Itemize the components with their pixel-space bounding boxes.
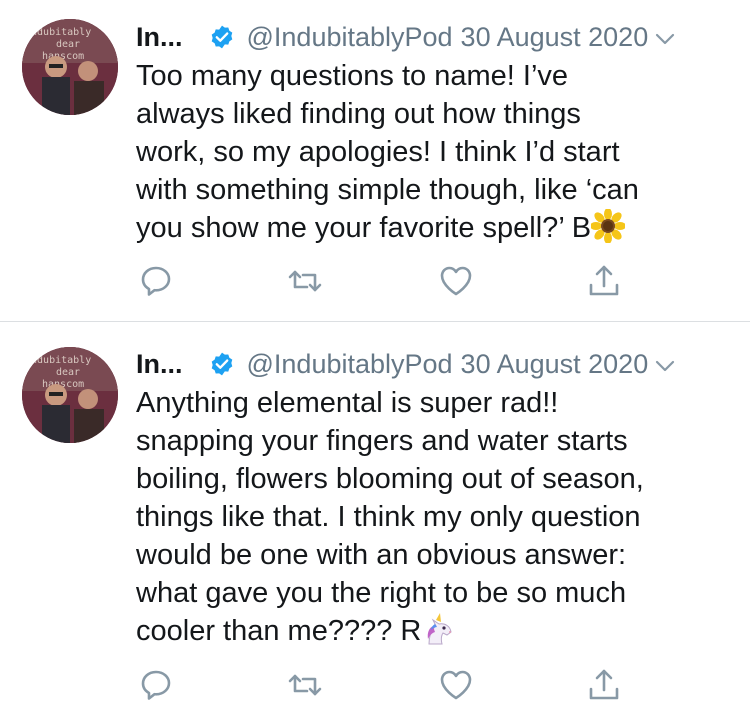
tweet-text: Anything elemental is super rad!! snappi… [136, 384, 726, 650]
tweet-divider [0, 321, 750, 322]
verified-badge-icon [209, 351, 235, 377]
chevron-down-icon[interactable] [654, 353, 676, 375]
sunflower-emoji [590, 208, 627, 244]
display-name[interactable]: In... [136, 349, 183, 380]
like-icon [438, 263, 474, 304]
tweet-text-line: always liked finding out how things [136, 98, 581, 130]
share-icon [586, 263, 622, 304]
like-button[interactable] [436, 263, 476, 303]
tweet[interactable]: indubitably dear hanscom In... @Indubita… [0, 0, 750, 322]
retweet-button[interactable] [285, 263, 325, 303]
retweet-icon [286, 262, 324, 305]
tweet-header: In... @IndubitablyPod 30 August 2020 [136, 347, 676, 381]
tweet-text-line: would be one with an obvious answer: [136, 539, 627, 571]
tweet-text-line: things like that. I think my only questi… [136, 501, 641, 533]
share-button[interactable] [584, 263, 624, 303]
tweet-text: Too many questions to name! I’ve always … [136, 57, 726, 247]
svg-text:dear: dear [56, 39, 80, 50]
tweet-text-line: boiling, flowers blooming out of season, [136, 463, 644, 495]
retweet-button[interactable] [285, 667, 325, 707]
chevron-down-icon[interactable] [654, 26, 676, 48]
svg-text:dear: dear [56, 367, 80, 378]
avatar[interactable]: indubitably dear hanscom [22, 347, 118, 443]
reply-button[interactable] [136, 667, 176, 707]
svg-text:indubitably: indubitably [25, 355, 91, 366]
share-icon [586, 667, 622, 708]
tweet-text-line: with something simple though, like ‘can [136, 174, 639, 206]
like-button[interactable] [436, 667, 476, 707]
like-icon [438, 667, 474, 708]
unicorn-emoji [421, 612, 455, 646]
share-button[interactable] [584, 667, 624, 707]
tweet[interactable]: indubitably dear hanscom In... @Indubita… [0, 323, 750, 721]
svg-text:indubitably: indubitably [25, 27, 91, 38]
tweet-text-line: snapping your fingers and water starts [136, 425, 628, 457]
reply-button[interactable] [136, 263, 176, 303]
reply-icon [138, 667, 174, 708]
display-name[interactable]: In... [136, 22, 183, 53]
tweet-text-line: you show me your favorite spell?’ B [136, 212, 592, 244]
retweet-icon [286, 666, 324, 709]
tweet-date: 30 August 2020 [460, 348, 649, 379]
tweet-actions [136, 263, 619, 303]
tweet-date: 30 August 2020 [460, 21, 649, 52]
tweet-text-line: cooler than me???? R [136, 615, 422, 647]
tweet-text-line: what gave you the right to be so much [136, 577, 627, 609]
tweet-header: In... @IndubitablyPod 30 August 2020 [136, 20, 676, 54]
avatar[interactable]: indubitably dear hanscom [22, 19, 118, 115]
tweet-text-line: Anything elemental is super rad!! [136, 387, 559, 419]
tweet-text-line-last: you show me your favorite spell?’ B [136, 208, 726, 247]
tweet-text-line: work, so my apologies! I think I’d start [136, 136, 620, 168]
user-handle[interactable]: @IndubitablyPod [247, 349, 453, 380]
tweet-text-line: Too many questions to name! I’ve [136, 60, 569, 92]
tweet-text-line-last: cooler than me???? R [136, 612, 726, 650]
reply-icon [138, 263, 174, 304]
verified-badge-icon [209, 24, 235, 50]
user-handle[interactable]: @IndubitablyPod [247, 22, 453, 53]
tweet-actions [136, 667, 619, 707]
